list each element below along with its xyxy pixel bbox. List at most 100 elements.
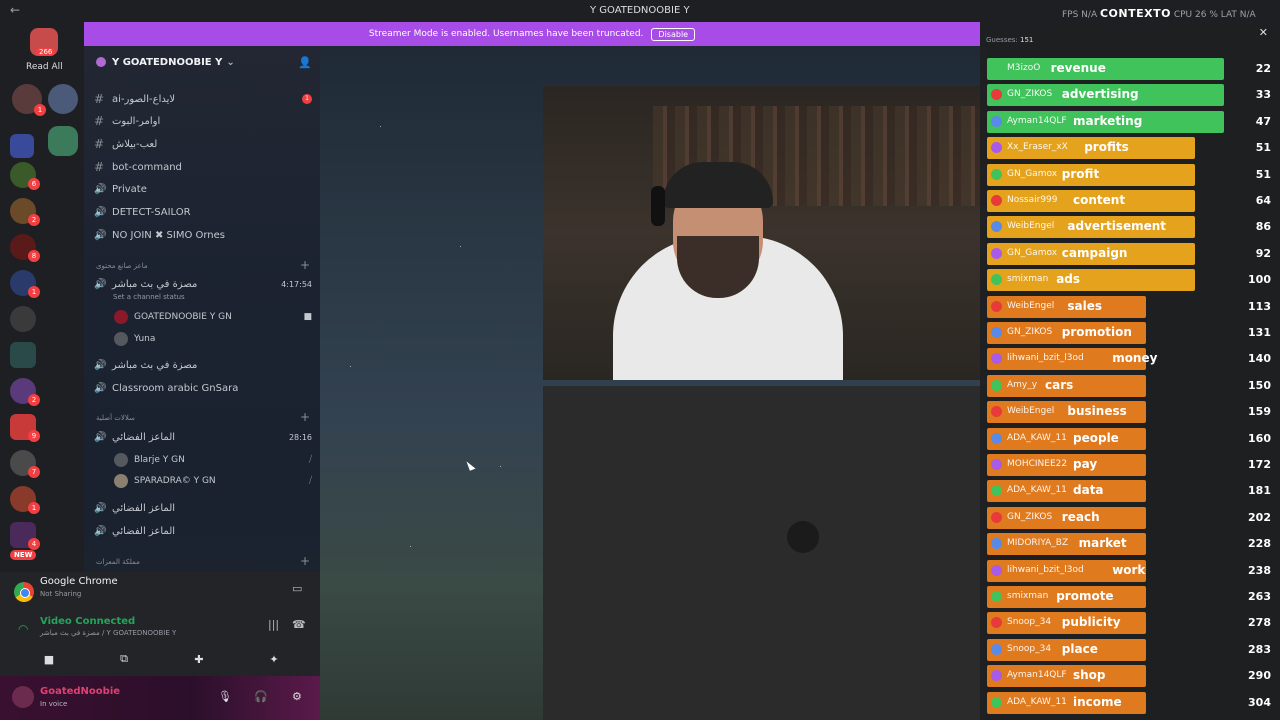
window-title: Y GOATEDNOOBIE Y — [590, 5, 690, 16]
banner-text: Streamer Mode is enabled. Usernames have… — [368, 29, 644, 39]
voice-connection-channel[interactable]: مصزة في بث مباشر / Y GOATEDNOOBIE Y — [40, 629, 176, 637]
channel-ai[interactable]: # ai-لايداع-الصور — [94, 89, 175, 109]
guess-rank: 51 — [1255, 141, 1271, 155]
guess-word: promotion — [1061, 325, 1132, 339]
active-voice-channel[interactable]: 🔊 مصزة في بث مباشر — [94, 274, 197, 294]
guess-username: Snoop_34 — [1007, 643, 1052, 654]
server-icon[interactable]: 1 — [12, 84, 46, 116]
direct-messages-button[interactable]: 266 — [30, 28, 58, 56]
server-icon[interactable]: 1 — [10, 486, 40, 514]
speaker-icon: 🔊 — [94, 431, 107, 443]
voice-member[interactable]: Blarje Y GN — [114, 451, 185, 469]
guess-rank: 150 — [1248, 378, 1271, 392]
server-icon[interactable] — [10, 306, 36, 332]
server-icon[interactable]: 4 — [10, 522, 40, 550]
avatar — [114, 453, 128, 467]
guess-rank: 131 — [1248, 326, 1271, 339]
voice-channel-no-join[interactable]: 🔊 NO JOIN ✖ SIMO Ornes — [94, 225, 225, 245]
soundboard-button[interactable]: ✦ — [243, 648, 305, 670]
server-icon[interactable]: 6 — [10, 162, 40, 190]
folder-icon[interactable] — [10, 134, 34, 158]
guess-word: place — [1061, 641, 1098, 656]
guess-row: M3izoO revenue 22 — [987, 58, 1271, 80]
gear-icon[interactable]: ⚙ — [292, 690, 302, 703]
guess-row: Ayman14QLF shop 290 — [987, 665, 1271, 688]
voice-member[interactable]: SPARADRA© Y GN — [114, 472, 216, 490]
disable-streamer-mode-button[interactable]: Disable — [651, 27, 696, 41]
channel-games[interactable]: # لعب-بيلاش — [94, 134, 157, 154]
server-icon[interactable]: 2 — [10, 378, 40, 406]
chevron-down-icon: ⌄ — [226, 56, 235, 68]
guess-username: WeibEngel — [1007, 221, 1055, 232]
back-arrow-icon[interactable]: ← — [10, 3, 20, 17]
server-icon[interactable] — [10, 342, 36, 368]
guess-row: smixman ads 100 — [987, 269, 1271, 292]
category-content-creator[interactable]: ماعز صانع محتوى — [96, 262, 148, 270]
create-channel-icon[interactable]: + — [300, 554, 310, 568]
server-icon[interactable]: 7 — [10, 450, 40, 478]
voice-member[interactable]: GOATEDNOOBIE Y GN — [114, 308, 232, 326]
voice-channel-classroom[interactable]: 🔊 Classroom arabic GnSara — [94, 378, 238, 398]
invite-people-icon[interactable]: 👤 — [298, 56, 312, 69]
voice-channel-live[interactable]: 🔊 مصزة في بث مباشر — [94, 355, 197, 375]
create-channel-icon[interactable]: + — [300, 258, 310, 272]
guess-row: Amy_y cars 150 — [987, 374, 1271, 397]
create-channel-icon[interactable]: + — [300, 410, 310, 424]
username[interactable]: GoatedNoobie — [40, 686, 120, 697]
disconnect-icon[interactable]: ☎ — [292, 618, 306, 631]
guess-word: money — [1112, 351, 1158, 366]
server-icon[interactable]: 1 — [10, 270, 40, 298]
screen-share-button[interactable]: ⧉ — [93, 648, 155, 670]
headphones-icon[interactable]: 🎧 — [254, 690, 268, 703]
screen-share-icon: ⧉ — [120, 652, 128, 665]
user-panel: Google Chrome Not Sharing ▭ ◠ Video Conn… — [0, 572, 320, 720]
voice-channel-space-goat-2[interactable]: 🔊 الماعز الفضائي — [94, 498, 175, 518]
server-icon[interactable] — [48, 84, 78, 114]
voice-channel-space-goat-3[interactable]: 🔊 الماعز الفضائي — [94, 521, 175, 541]
hashtag-icon: # — [94, 137, 105, 151]
voice-channel-detect-sailor[interactable]: 🔊 DETECT-SAILOR — [94, 202, 191, 222]
channel-bot-command[interactable]: # bot-command — [94, 157, 182, 177]
guess-word: people — [1073, 430, 1119, 445]
microphone-icon[interactable]: 🎙 — [218, 690, 232, 703]
user-platform-icon — [991, 300, 1002, 312]
server-icon[interactable]: 2 — [10, 198, 40, 226]
camera-icon: ■ — [43, 652, 55, 666]
server-icon[interactable]: 9 — [10, 414, 40, 442]
channel-status-input[interactable]: Set a channel status — [113, 293, 185, 301]
activities-button[interactable]: ✚ — [168, 648, 230, 670]
guess-rank: 160 — [1248, 431, 1271, 445]
guess-username: GN_ZIKOS — [1007, 511, 1053, 522]
category-goat-kingdom[interactable]: مملكة المعزات — [96, 558, 140, 566]
voice-channel-private[interactable]: 🔊 Private — [94, 179, 147, 199]
noise-suppression-icon[interactable]: ||| — [268, 618, 279, 631]
active-server-icon[interactable] — [48, 126, 78, 156]
guess-word: market — [1078, 536, 1127, 551]
guess-rank: 278 — [1248, 616, 1271, 630]
guess-row: WeibEngel business 159 — [987, 401, 1271, 424]
hashtag-icon: # — [94, 114, 105, 128]
guess-rank: 238 — [1248, 563, 1271, 577]
channel-bot-commands[interactable]: # اوامر-البوت — [94, 111, 160, 131]
user-platform-icon — [991, 696, 1002, 708]
avatar[interactable] — [12, 686, 34, 708]
read-all-button[interactable]: Read All — [26, 62, 63, 72]
activity-panel — [14, 578, 34, 602]
category-breeds[interactable]: سلالات أصلية — [96, 414, 135, 422]
voice-member[interactable]: Yuna — [114, 330, 155, 348]
guess-row: GN_ZIKOS reach 202 — [987, 506, 1271, 529]
close-icon[interactable]: ✕ — [1259, 26, 1268, 39]
guess-username: GN_ZIKOS — [1007, 327, 1053, 337]
guess-row: Xx_Eraser_xX profits 51 — [987, 137, 1271, 160]
server-icon[interactable]: 8 — [10, 234, 40, 262]
voice-channel-space-goat[interactable]: 🔊 الماعز الفضائي — [94, 427, 175, 447]
camera-button[interactable]: ■ — [18, 648, 80, 670]
guess-row: ADA_KAW_11 data 181 — [987, 480, 1271, 503]
server-header[interactable]: Y GOATEDNOOBIE Y ⌄ 👤 — [84, 46, 320, 78]
guess-word: profits — [1084, 140, 1129, 155]
participant-tile[interactable] — [543, 386, 986, 720]
avatar — [114, 310, 128, 324]
voice-stage — [320, 46, 986, 720]
share-screen-icon[interactable]: ▭ — [292, 582, 302, 595]
webcam-tile[interactable] — [543, 86, 986, 380]
